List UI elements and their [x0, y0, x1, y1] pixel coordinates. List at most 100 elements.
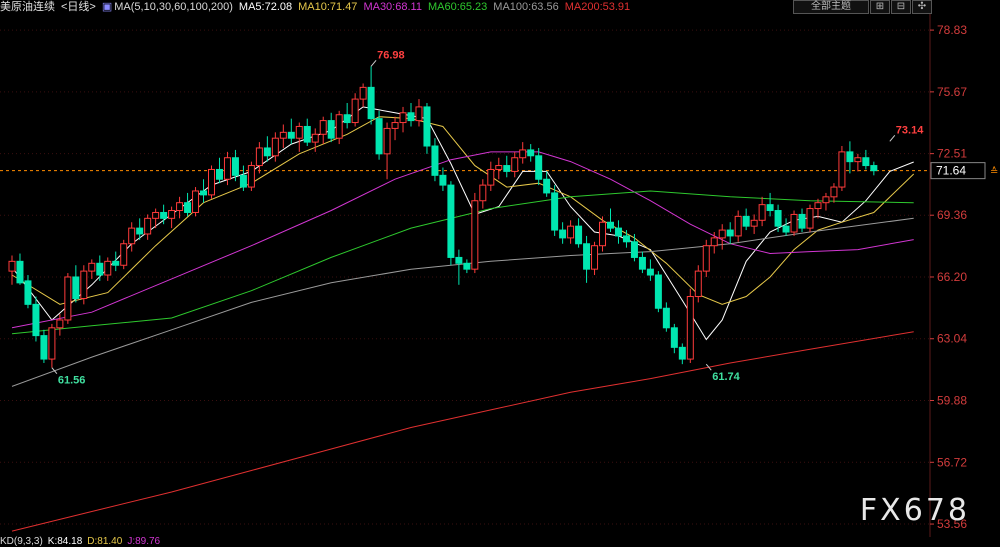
candle-up — [295, 122, 303, 152]
candle-body — [455, 256, 463, 264]
theme-dropdown-label: 全部主题 — [811, 1, 851, 12]
candle-up — [806, 204, 814, 233]
candle-up — [399, 106, 407, 133]
candle-down — [774, 204, 782, 233]
candle-down — [112, 251, 120, 272]
candle-body — [327, 120, 335, 139]
candle-down — [447, 181, 455, 266]
zoom-in-button[interactable]: ⊞ — [870, 0, 890, 14]
candlestick-chart[interactable]: 76.98 73.14 61.56 61.74 78.83 75.67 72.51 69.3… — [0, 0, 1000, 546]
candle-body — [287, 131, 295, 139]
candle-down — [303, 118, 311, 147]
candle-body — [535, 155, 543, 180]
candle-body — [798, 213, 806, 229]
candle-body — [726, 229, 734, 237]
candle-down — [670, 323, 678, 354]
candle-down — [870, 161, 878, 176]
period-label[interactable]: <日线> — [61, 1, 96, 13]
candle-body — [431, 145, 439, 176]
candle-up — [519, 142, 527, 164]
candle-body — [638, 256, 646, 270]
zoom-out-button[interactable]: ⊟ — [891, 0, 911, 14]
annotation-leader — [370, 59, 377, 67]
candle-body — [710, 237, 718, 247]
candle-down — [431, 138, 439, 182]
candle-down — [678, 343, 686, 365]
candle-body — [463, 262, 471, 270]
ma-legend-item: MA60:65.23 — [427, 1, 488, 13]
kd-d-value: D:81.40 — [87, 536, 123, 547]
candle-body — [295, 125, 303, 139]
candle-up — [208, 165, 215, 199]
candle-body — [184, 202, 192, 213]
y-tick-label: 69.36 — [937, 208, 967, 222]
expand-button[interactable]: ✣ — [912, 0, 932, 14]
candle-up — [128, 222, 136, 252]
candle-down — [766, 192, 774, 217]
candle-body — [519, 149, 527, 159]
candle-down — [646, 259, 654, 281]
candle-up — [479, 179, 487, 209]
candles — [8, 66, 878, 368]
candle-body — [359, 86, 367, 100]
candle-body — [407, 112, 415, 122]
candle-down — [263, 136, 271, 162]
ma-setting: MA(5,10,30,60,100,200) — [114, 1, 233, 13]
candle-body — [702, 245, 710, 272]
candle-body — [846, 151, 854, 163]
ma-legend-item: MA30:68.11 — [363, 1, 422, 13]
candle-body — [415, 106, 423, 122]
candle-body — [343, 114, 351, 124]
candle-up — [686, 288, 694, 363]
candle-down — [215, 157, 223, 184]
candle-body — [654, 274, 662, 309]
settings-icon[interactable]: ▣ — [102, 1, 112, 13]
candle-body — [447, 184, 455, 258]
candle-down — [846, 141, 854, 174]
candle-body — [559, 229, 567, 239]
candle-down — [407, 103, 415, 127]
candle-body — [319, 120, 327, 135]
candle-up — [495, 157, 503, 180]
candle-body — [806, 208, 814, 229]
candle-up — [471, 192, 479, 274]
candle-body — [766, 204, 774, 212]
candle-up — [319, 116, 327, 145]
candle-down — [343, 103, 351, 129]
candle-down — [782, 218, 790, 236]
candle-up — [64, 273, 72, 324]
candle-up — [144, 214, 152, 240]
candle-down — [742, 208, 750, 231]
candle-body — [678, 346, 686, 360]
annotation-leader — [889, 134, 896, 142]
candle-body — [662, 307, 670, 329]
candle-down — [798, 208, 806, 233]
candle-down — [583, 235, 591, 283]
candle-body — [367, 86, 375, 120]
candle-body — [814, 202, 822, 210]
candle-body — [88, 262, 96, 272]
candle-body — [591, 245, 599, 270]
candle-body — [247, 165, 255, 188]
candle-body — [583, 243, 591, 270]
candle-up — [359, 83, 367, 107]
theme-dropdown[interactable]: 全部主题 — [793, 0, 869, 14]
candle-down — [40, 329, 48, 363]
candle-body — [24, 280, 32, 305]
candle-down — [32, 296, 40, 342]
high-annotation: 73.14 — [896, 124, 924, 136]
candle-body — [56, 319, 64, 329]
symbol-name[interactable]: 美原油连续 — [0, 1, 55, 13]
low-annotation: 61.56 — [58, 375, 86, 387]
kd-name[interactable]: KD(9,3,3) — [0, 536, 43, 547]
y-tick-label: 66.20 — [937, 270, 967, 284]
ma-line-ma200 — [11, 331, 914, 532]
candle-body — [495, 165, 503, 170]
candle-up — [415, 99, 423, 127]
candle-body — [383, 127, 391, 155]
candle-body — [192, 190, 200, 213]
candle-down — [862, 149, 870, 170]
ma-line-ma30 — [11, 151, 914, 329]
candle-down — [614, 220, 622, 244]
grid — [0, 29, 930, 525]
